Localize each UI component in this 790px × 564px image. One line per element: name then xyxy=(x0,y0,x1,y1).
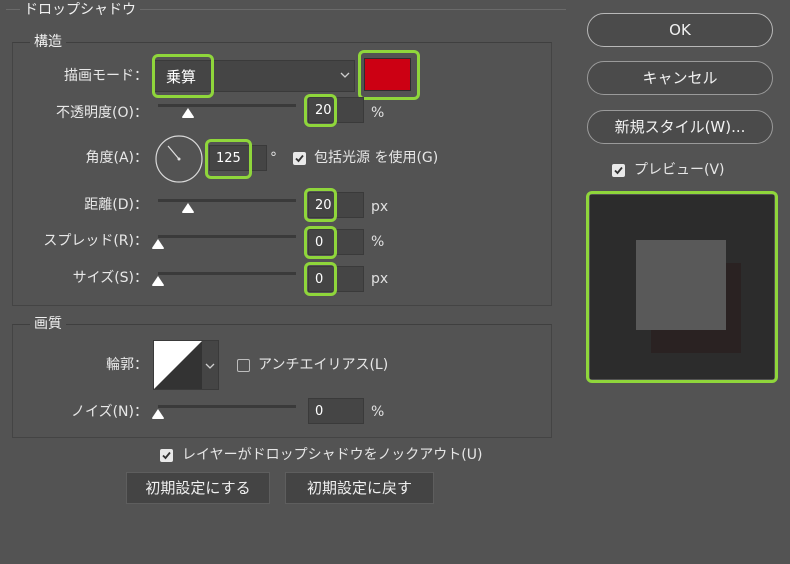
chevron-down-icon xyxy=(340,68,350,86)
distance-highlight xyxy=(304,188,337,222)
distance-label: 距離(D)： xyxy=(84,197,148,213)
angle-highlight xyxy=(205,139,252,179)
antialias-label: アンチエイリアス(L) xyxy=(258,357,389,373)
structure-legend: 構造 xyxy=(30,34,66,50)
distance-unit: px xyxy=(371,199,389,215)
make-default-button[interactable]: 初期設定にする xyxy=(126,472,270,504)
opacity-label: 不透明度(O)： xyxy=(56,105,148,121)
noise-slider-track[interactable] xyxy=(158,405,296,408)
size-slider-track[interactable] xyxy=(158,272,296,275)
antialias-checkbox[interactable] xyxy=(237,359,250,372)
angle-dial[interactable] xyxy=(153,133,205,189)
knockout-checkbox[interactable] xyxy=(160,449,173,462)
spread-highlight xyxy=(304,226,337,259)
section-title-label: ドロップシャドウ xyxy=(20,2,140,18)
spread-label: スプレッド(R)： xyxy=(43,233,148,249)
size-unit: px xyxy=(371,271,389,287)
reset-default-button[interactable]: 初期設定に戻す xyxy=(285,472,434,504)
opacity-slider-track[interactable] xyxy=(158,104,296,107)
ok-button[interactable]: OK xyxy=(587,13,773,47)
noise-input[interactable]: 0 xyxy=(308,398,364,424)
new-style-button[interactable]: 新規スタイル(W)... xyxy=(587,110,773,144)
blend-mode-highlight xyxy=(152,54,214,98)
angle-unit: ° xyxy=(270,150,277,166)
spread-unit: % xyxy=(371,234,385,250)
spread-slider-track[interactable] xyxy=(158,235,296,238)
contour-picker[interactable] xyxy=(153,340,219,390)
global-light-checkbox[interactable] xyxy=(293,152,306,165)
size-highlight xyxy=(304,262,337,296)
opacity-unit: % xyxy=(371,105,385,121)
preview-checkbox[interactable] xyxy=(612,164,625,177)
preview-label: プレビュー(V) xyxy=(634,162,725,178)
size-label: サイズ(S)： xyxy=(72,270,148,286)
angle-label: 角度(A)： xyxy=(85,150,148,166)
opacity-highlight xyxy=(304,94,337,127)
shadow-color-highlight xyxy=(358,50,420,100)
distance-slider-track[interactable] xyxy=(158,199,296,202)
contour-label: 輪郭： xyxy=(106,357,148,373)
quality-legend: 画質 xyxy=(30,316,66,332)
knockout-label: レイヤーがドロップシャドウをノックアウト(U) xyxy=(182,447,483,463)
blend-mode-label: 描画モード： xyxy=(64,68,148,84)
global-light-label: 包括光源 を使用(G) xyxy=(314,150,439,166)
chevron-down-icon xyxy=(205,359,215,377)
cancel-button[interactable]: キャンセル xyxy=(587,61,773,95)
noise-unit: % xyxy=(371,404,385,420)
noise-label: ノイズ(N)： xyxy=(71,404,148,420)
preview-highlight xyxy=(586,191,778,383)
